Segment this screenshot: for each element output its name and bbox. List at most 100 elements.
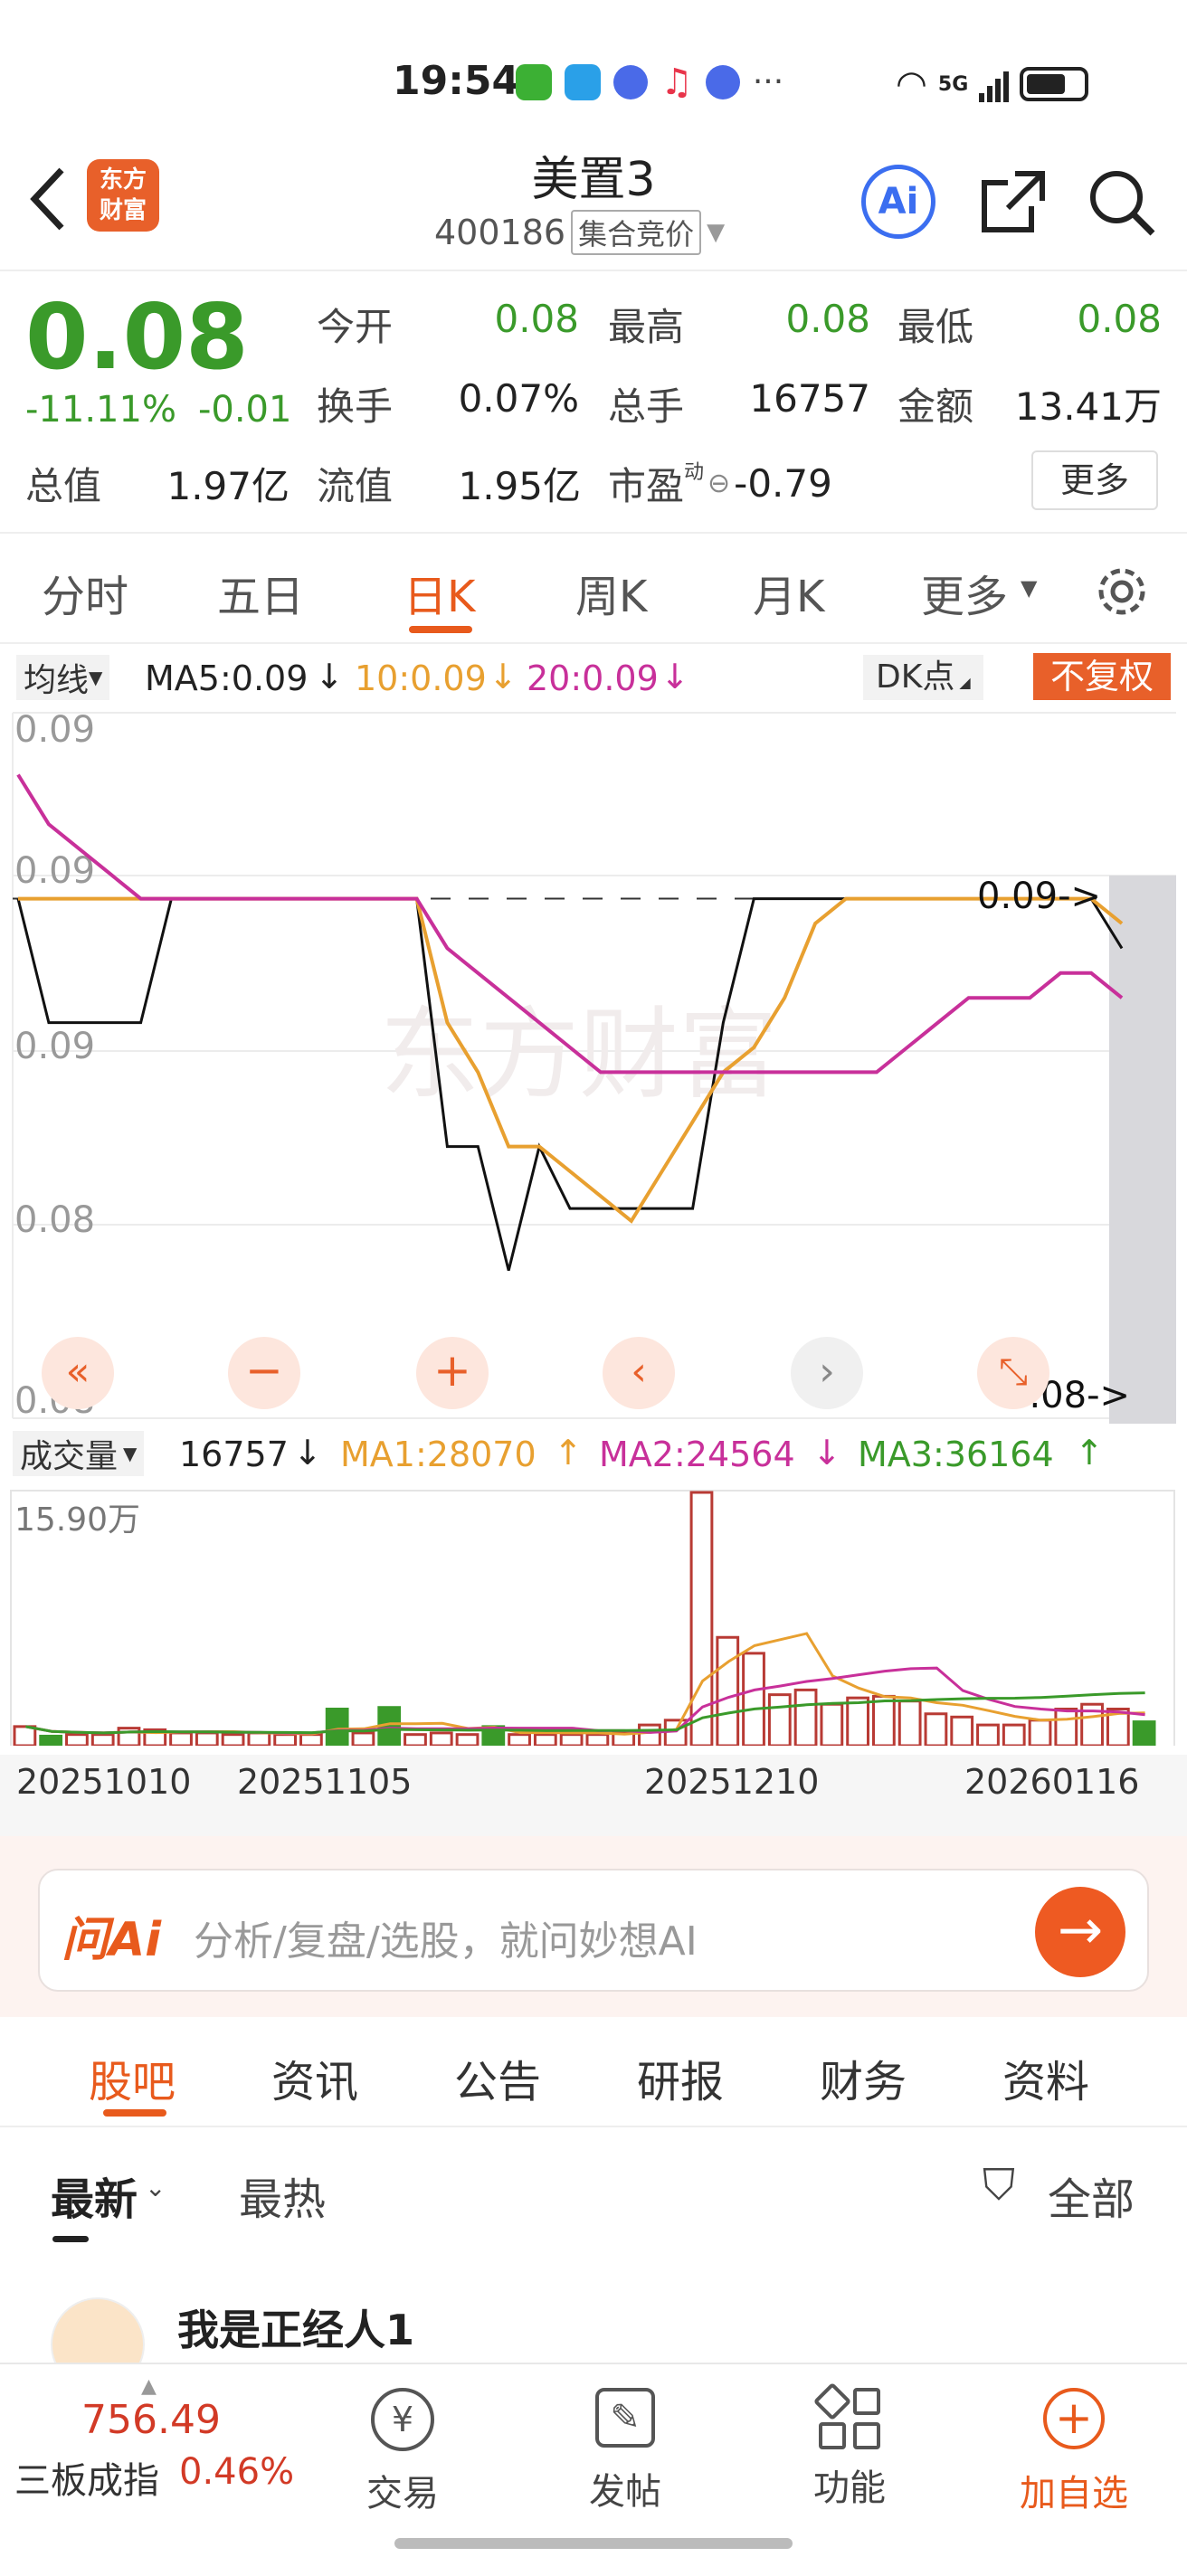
field-value: 1.95亿 xyxy=(458,464,581,508)
info-icon[interactable]: ⊖ xyxy=(707,468,730,499)
tab-news[interactable]: 资讯 xyxy=(271,2046,358,2109)
y-tick-label: 0.09 xyxy=(14,709,95,751)
status-time: 19:54 xyxy=(393,58,520,104)
ma10-arrow-icon: ↓ xyxy=(489,657,518,696)
settings-icon[interactable] xyxy=(1093,563,1151,620)
battery-icon xyxy=(1020,67,1089,101)
volume-bar xyxy=(351,1731,375,1746)
tab-more[interactable]: 更多 xyxy=(921,561,1008,624)
tab-fenshi[interactable]: 分时 xyxy=(42,561,128,624)
volume-bar xyxy=(924,1712,948,1746)
volume-bar xyxy=(508,1733,531,1746)
ask-ai-box[interactable]: 问Ai 分析/复盘/选股，就问妙想AI → xyxy=(38,1869,1149,1992)
zoom-out-far-button[interactable]: « xyxy=(42,1337,114,1409)
right-top-price: 0.09-> xyxy=(977,876,1101,917)
reader-icon xyxy=(565,63,601,100)
auction-badge[interactable]: 集合竞价 xyxy=(571,210,702,255)
ai-button[interactable]: Ai xyxy=(861,165,935,239)
volume-label: 成交量 xyxy=(20,1438,119,1475)
search-icon[interactable] xyxy=(1086,166,1158,239)
index-widget[interactable]: ▲ 756.49 三板成指 0.46% xyxy=(9,2375,299,2514)
nav-trade[interactable]: ¥ 交易 xyxy=(353,2388,452,2516)
dk-button[interactable]: DK点 ◢ xyxy=(863,655,983,700)
chart-tabs: 分时 五日 日K 周K 月K 更多 ▼ xyxy=(0,535,1187,644)
change-percent: -11.11% xyxy=(25,389,176,431)
tab-rik[interactable]: 日K xyxy=(404,561,475,624)
index-value: 756.49 xyxy=(81,2397,221,2443)
field-open: 今开 0.08 xyxy=(317,297,579,352)
volume-bar xyxy=(872,1694,896,1746)
volume-ma-line xyxy=(25,1666,1145,1735)
vol-ma1-arrow-icon: ↑ xyxy=(554,1433,583,1473)
ma-type-select[interactable]: 均线 ▼ xyxy=(16,655,110,700)
tab-wuri[interactable]: 五日 xyxy=(217,561,304,624)
field-pe: 市盈 动 ⊖ -0.79 xyxy=(608,456,832,511)
field-value: 1.97亿 xyxy=(166,464,290,508)
volume-header: 成交量 ▼ 16757 ↓ MA1:28070 ↑ MA2:24564 ↓ MA3… xyxy=(0,1425,1187,1483)
field-value: 0.07% xyxy=(458,376,579,421)
add-circle-icon: + xyxy=(1043,2388,1105,2449)
sort-latest-caret-icon: ⌄ xyxy=(145,2173,166,2202)
volume-bar xyxy=(325,1707,349,1746)
date-label: 20251010 xyxy=(16,1762,192,1802)
filter-label[interactable]: 全部 xyxy=(1048,2164,1135,2227)
nav-functions[interactable]: 功能 xyxy=(800,2382,899,2511)
ask-ai-input[interactable]: 分析/复盘/选股，就问妙想AI xyxy=(194,1908,698,1966)
ma5-arrow-icon: ↓ xyxy=(315,657,344,696)
field-total-value: 总值 1.97亿 xyxy=(25,456,290,511)
section-tabs: 股吧 资讯 公告 研报 财务 资料 xyxy=(0,2019,1187,2127)
ask-ai-submit-button[interactable]: → xyxy=(1035,1887,1125,1977)
filter-icon[interactable]: ⛉ xyxy=(983,2160,1015,2211)
caret-icon: ▼ xyxy=(123,1443,138,1464)
field-amount: 金额 13.41万 xyxy=(897,376,1162,431)
tab-yuek[interactable]: 月K xyxy=(753,561,824,624)
ma20-arrow-icon: ↓ xyxy=(660,657,689,696)
pan-left-button[interactable]: ‹ xyxy=(603,1337,675,1409)
tab-announcement[interactable]: 公告 xyxy=(454,2046,541,2109)
volume-bar xyxy=(585,1733,610,1746)
volume-type-select[interactable]: 成交量 ▼ xyxy=(13,1431,145,1476)
quote-panel: 0.08 -11.11% -0.01 今开 0.08 最高 0.08 最低 0.… xyxy=(0,271,1187,534)
volume-arrow-icon: ↓ xyxy=(293,1433,322,1473)
pan-right-button[interactable]: › xyxy=(791,1337,863,1409)
edit-icon: ✎ xyxy=(595,2388,655,2448)
tab-profile[interactable]: 资料 xyxy=(1002,2046,1089,2109)
ma10-value: 10:0.09 xyxy=(355,658,487,698)
volume-bar xyxy=(39,1734,63,1746)
zoom-in-button[interactable]: + xyxy=(416,1337,489,1409)
zoom-out-button[interactable]: − xyxy=(228,1337,300,1409)
status-app-icons: ♫ ··· xyxy=(516,63,783,100)
field-label: 总值 xyxy=(25,464,102,508)
nav-add-watchlist[interactable]: + 加自选 xyxy=(1006,2388,1142,2516)
caret-icon: ◢ xyxy=(954,674,971,691)
kline-chart[interactable]: 东方财富 0.090.090.090.080.08 0.09-> 0.08-> … xyxy=(0,709,1187,1424)
share-icon[interactable] xyxy=(977,166,1049,239)
grid-icon xyxy=(812,2382,880,2449)
sort-hot[interactable]: 最热 xyxy=(239,2164,326,2227)
volume-bar xyxy=(1002,1723,1026,1746)
ma-bar: 均线 ▼ MA5:0.09 ↓ 10:0.09 ↓ 20:0.09 ↓ DK点 ◢… xyxy=(0,646,1187,709)
nav-post[interactable]: ✎ 发帖 xyxy=(575,2388,675,2514)
volume-bar xyxy=(742,1652,765,1746)
volume-bar xyxy=(404,1733,427,1746)
tab-guba[interactable]: 股吧 xyxy=(89,2046,176,2109)
sort-latest[interactable]: 最新 xyxy=(51,2164,138,2227)
home-indicator xyxy=(394,2538,793,2549)
post-username[interactable]: 我是正经人1 xyxy=(177,2297,414,2357)
tab-zhouk[interactable]: 周K xyxy=(575,561,647,624)
fq-button[interactable]: 不复权 xyxy=(1033,653,1171,700)
volume-chart[interactable]: 15.90万 xyxy=(0,1483,1187,1746)
vol-ma1: MA1:28070 xyxy=(340,1435,537,1474)
volume-bar xyxy=(1054,1707,1078,1746)
tab-finance[interactable]: 财务 xyxy=(820,2046,907,2109)
volume-bar xyxy=(846,1696,870,1746)
volume-bar xyxy=(455,1733,480,1746)
pe-superscript: 动 xyxy=(684,461,705,484)
more-button[interactable]: 更多 xyxy=(1031,450,1158,510)
fullscreen-button[interactable]: ⤡ xyxy=(977,1337,1049,1409)
field-value: -0.79 xyxy=(734,461,832,506)
dk-label: DK点 xyxy=(876,658,955,696)
volume-bar xyxy=(221,1733,245,1746)
dropdown-icon[interactable]: ▼ xyxy=(707,219,725,246)
tab-research[interactable]: 研报 xyxy=(637,2046,724,2109)
